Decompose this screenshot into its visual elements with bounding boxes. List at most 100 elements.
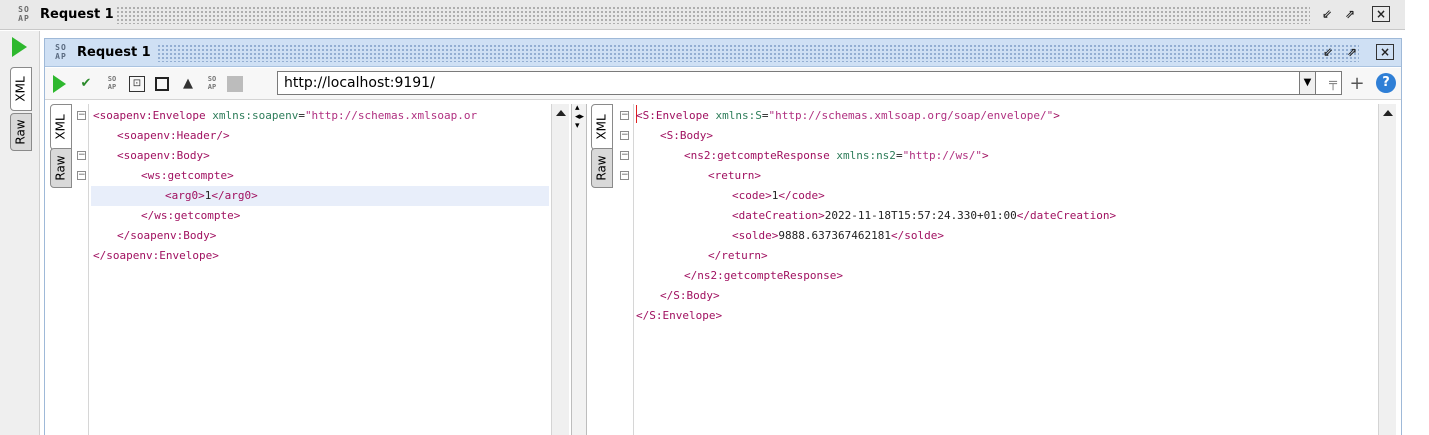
xml-line[interactable]: </ns2:getcompteResponse>: [684, 266, 1376, 286]
fold-toggle-icon[interactable]: −: [77, 151, 86, 160]
request-tab-xml[interactable]: XML: [50, 104, 72, 150]
xml-token: >: [251, 189, 258, 202]
response-scrollbar[interactable]: [1378, 104, 1396, 435]
xml-token: 9888.637367462181: [778, 229, 891, 242]
chevron-down-icon[interactable]: ▼: [1299, 71, 1316, 95]
xml-token: </: [708, 249, 722, 262]
outer-window-title: Request 1: [40, 7, 114, 22]
xml-token: code: [738, 189, 766, 202]
soap-small-icon[interactable]: SO AP: [103, 75, 121, 93]
fold-toggle-icon[interactable]: −: [620, 171, 629, 180]
request-scrollbar[interactable]: [551, 104, 569, 435]
xml-token: >: [761, 249, 768, 262]
create-endpoint-icon[interactable]: ⊡: [129, 76, 145, 92]
xml-token: <: [684, 149, 691, 162]
xml-line[interactable]: <dateCreation>2022-11-18T15:57:24.330+01…: [732, 206, 1376, 226]
fold-toggle-icon[interactable]: −: [77, 111, 86, 120]
xml-token: <: [117, 129, 124, 142]
fold-toggle-icon[interactable]: −: [620, 131, 629, 140]
detach-icon[interactable]: ⇗: [1343, 44, 1361, 60]
xml-token: />: [216, 129, 230, 142]
xml-token: =: [895, 149, 903, 162]
xml-token: </: [778, 189, 792, 202]
submit-request-icon[interactable]: [53, 75, 66, 93]
xml-token: </: [141, 209, 155, 222]
request-tab-xml-label: XML: [54, 114, 69, 140]
xml-line[interactable]: <arg0>1</arg0>: [91, 186, 549, 206]
request-xml-editor[interactable]: − <soapenv:Envelope xmlns:soapenv="http:/…: [73, 104, 571, 435]
cancel-icon[interactable]: [155, 77, 169, 91]
outer-side-strip: XML Raw: [0, 31, 40, 435]
detach-icon[interactable]: ⇗: [1341, 6, 1359, 22]
soap-logo-icon: SO AP: [55, 43, 67, 61]
request-tab-raw[interactable]: Raw: [50, 148, 72, 188]
fold-toggle-icon[interactable]: −: [77, 171, 86, 180]
help-icon[interactable]: ?: [1376, 73, 1396, 93]
xml-line[interactable]: <soapenv:Body>: [117, 146, 549, 166]
xml-token: soapenv:Envelope: [99, 109, 206, 122]
endpoint-url-input[interactable]: http://localhost:9191/: [277, 71, 1342, 95]
edit-endpoint-icon[interactable]: ╤: [1324, 75, 1342, 93]
xml-line[interactable]: </S:Envelope>: [636, 306, 1376, 326]
xml-line[interactable]: <soapenv:Envelope xmlns:soapenv="http://…: [93, 106, 549, 126]
close-icon[interactable]: ×: [1372, 6, 1390, 22]
tab-xml[interactable]: XML: [10, 67, 32, 111]
xml-token: >: [1053, 109, 1060, 122]
xml-token: solde: [904, 229, 938, 242]
soap-action-icon[interactable]: SO AP: [203, 75, 221, 93]
xml-token: "http://ws/": [902, 149, 983, 162]
xml-token: "http://schemas.xmlsoap.org/soap/envelop…: [768, 109, 1054, 122]
xml-line[interactable]: </S:Body>: [660, 286, 1376, 306]
response-tab-raw[interactable]: Raw: [591, 148, 613, 188]
xml-token: >: [715, 309, 723, 322]
xml-line[interactable]: </soapenv:Envelope>: [93, 246, 549, 266]
minimize-icon[interactable]: ⇙: [1318, 6, 1336, 22]
minimize-icon[interactable]: ⇙: [1319, 44, 1337, 60]
close-icon[interactable]: ×: [1376, 44, 1394, 60]
title-drag-area[interactable]: [116, 6, 1310, 24]
user-icon[interactable]: ▲: [179, 75, 197, 93]
xml-token: S:Envelope: [642, 109, 709, 122]
xml-token: ws:getcompte: [147, 169, 228, 182]
xml-token: solde: [738, 229, 772, 242]
xml-token: S:Envelope: [649, 309, 716, 322]
xml-line[interactable]: </ws:getcompte>: [141, 206, 549, 226]
scroll-up-icon[interactable]: [556, 110, 566, 116]
xml-line[interactable]: <code>1</code>: [732, 186, 1376, 206]
xml-line[interactable]: <ns2:getcompteResponse xmlns:ns2="http:/…: [684, 146, 1376, 166]
tab-raw[interactable]: Raw: [10, 113, 32, 151]
xml-token: </: [211, 189, 225, 202]
xml-token: return: [721, 249, 761, 262]
xml-line[interactable]: <S:Envelope xmlns:S="http://schemas.xmls…: [636, 106, 1376, 126]
xml-token: soapenv:Body: [130, 229, 210, 242]
split-arrows-icon[interactable]: ▴ ◂▸ ▾: [575, 104, 584, 131]
xml-line[interactable]: <soapenv:Header/>: [117, 126, 549, 146]
xml-line[interactable]: </soapenv:Body>: [117, 226, 549, 246]
editor-splitter[interactable]: ▴ ◂▸ ▾: [571, 104, 587, 435]
run-icon[interactable]: [12, 37, 27, 57]
scroll-up-icon[interactable]: [1383, 110, 1393, 116]
submit-all-icon[interactable]: ✔: [77, 75, 95, 93]
response-xml-editor[interactable]: − <S:Envelope xmlns:S="http://schemas.xml…: [614, 104, 1398, 435]
inner-title-drag-area[interactable]: [157, 44, 1359, 62]
add-icon[interactable]: +: [1348, 75, 1366, 93]
xml-token: >: [754, 169, 761, 182]
xml-token: </: [660, 289, 674, 302]
xml-line[interactable]: <solde>9888.637367462181</solde>: [732, 226, 1376, 246]
xml-line[interactable]: <S:Body>: [660, 126, 1376, 146]
soap-logo-icon: SO AP: [18, 5, 30, 23]
fold-toggle-icon[interactable]: −: [620, 151, 629, 160]
xml-line[interactable]: </return>: [708, 246, 1376, 266]
xml-token: soapenv:Body: [123, 149, 204, 162]
xml-token: </: [684, 269, 698, 282]
xml-line[interactable]: <ws:getcompte>: [141, 166, 549, 186]
fold-toggle-icon[interactable]: −: [620, 111, 629, 120]
xml-token: >: [836, 269, 843, 282]
xml-token: <: [93, 109, 100, 122]
response-tab-xml[interactable]: XML: [591, 104, 613, 150]
xml-line[interactable]: <return>: [708, 166, 1376, 186]
disabled-square-icon: [227, 76, 243, 92]
xml-token: 2022-11-18T15:57:24.330+01:00: [824, 209, 1017, 222]
xml-token: arg0: [224, 189, 252, 202]
xml-token: >: [227, 169, 234, 182]
